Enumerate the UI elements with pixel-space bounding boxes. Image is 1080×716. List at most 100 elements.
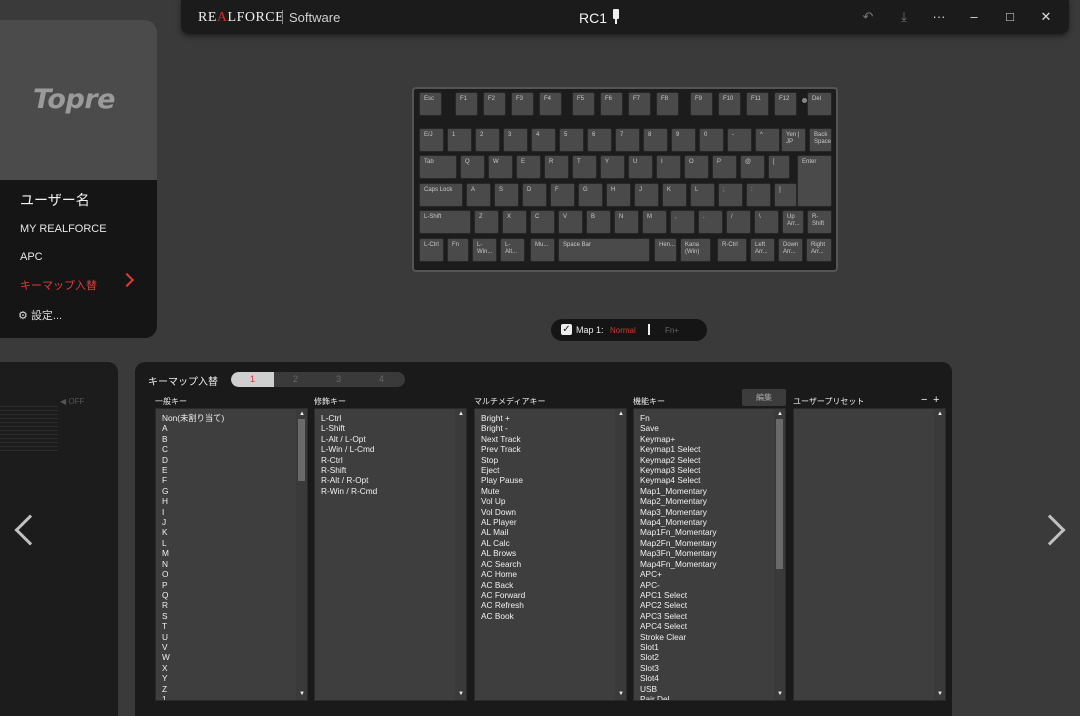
list-item[interactable]: Next Track (475, 434, 626, 444)
list-item[interactable]: J (156, 517, 307, 527)
keyboard-key[interactable]: : (746, 183, 771, 207)
scroll-down-icon[interactable]: ▼ (618, 691, 624, 697)
scroll-down-icon[interactable]: ▼ (458, 691, 464, 697)
keyboard-key[interactable]: F9 (690, 92, 713, 116)
undo-icon[interactable]: ↶ (857, 7, 879, 27)
keyboard-key[interactable]: Hen... (654, 238, 677, 262)
close-icon[interactable]: ✕ (1035, 7, 1057, 27)
scroll-down-icon[interactable]: ▼ (299, 691, 305, 697)
keyboard-key[interactable]: M (642, 210, 667, 234)
user-name[interactable]: ユーザー名 (20, 190, 90, 210)
list-item[interactable]: Keymap+ (634, 434, 785, 444)
keyboard-key[interactable]: K (662, 183, 687, 207)
scrollbar[interactable]: ▲ ▼ (455, 409, 466, 700)
list-item[interactable]: AL Brows (475, 548, 626, 558)
keyboard-key[interactable]: U (628, 155, 653, 179)
scroll-up-icon[interactable]: ▲ (299, 411, 305, 417)
keyboard-key[interactable]: 9 (671, 128, 696, 152)
list-item[interactable]: S (156, 611, 307, 621)
list-item[interactable]: Map3_Momentary (634, 507, 785, 517)
list-item[interactable]: Bright + (475, 413, 626, 423)
list-item[interactable]: K (156, 527, 307, 537)
keyboard-key[interactable]: - (727, 128, 752, 152)
keyboard-key[interactable]: Esc (419, 92, 442, 116)
list-item[interactable]: Map4_Momentary (634, 517, 785, 527)
keyboard-key[interactable]: J (634, 183, 659, 207)
keyboard-key[interactable]: 6 (587, 128, 612, 152)
arrow-right-icon[interactable] (1034, 514, 1066, 546)
key-list[interactable]: ▲ ▼ (793, 408, 946, 701)
keyboard-key[interactable]: F7 (628, 92, 651, 116)
keyboard-key[interactable]: Tab (419, 155, 457, 179)
list-item[interactable]: C (156, 444, 307, 454)
list-item[interactable]: APC+ (634, 569, 785, 579)
scroll-thumb[interactable] (776, 419, 783, 569)
add-preset-icon[interactable]: + (933, 394, 939, 406)
list-item[interactable]: APC1 Select (634, 590, 785, 600)
list-item[interactable]: APC4 Select (634, 621, 785, 631)
keyboard-key[interactable]: E/J (419, 128, 444, 152)
list-item[interactable]: Stroke Clear (634, 632, 785, 642)
list-item[interactable]: APC- (634, 580, 785, 590)
keyboard-key[interactable]: Left Arr... (750, 238, 775, 262)
scrollbar[interactable]: ▲ ▼ (615, 409, 626, 700)
keyboard-key[interactable]: Caps Lock (419, 183, 463, 207)
keyboard-key[interactable]: Q (460, 155, 485, 179)
scroll-up-icon[interactable]: ▲ (777, 411, 783, 417)
list-item[interactable]: AL Player (475, 517, 626, 527)
keyboard-key[interactable]: R (544, 155, 569, 179)
keyboard-key[interactable]: F3 (511, 92, 534, 116)
keyboard-key[interactable]: , (670, 210, 695, 234)
keyboard-key[interactable]: S (494, 183, 519, 207)
keyboard-key[interactable]: 3 (503, 128, 528, 152)
list-item[interactable]: AC Book (475, 611, 626, 621)
keyboard-key[interactable]: 7 (615, 128, 640, 152)
list-item[interactable]: Slot3 (634, 663, 785, 673)
list-item[interactable]: Map1_Momentary (634, 486, 785, 496)
list-item[interactable]: Bright - (475, 423, 626, 433)
list-item[interactable]: R (156, 600, 307, 610)
keyboard-key[interactable]: @ (740, 155, 765, 179)
keyboard-key[interactable]: F1 (455, 92, 478, 116)
keyboard-key[interactable]: L- Win... (472, 238, 497, 262)
tab-2[interactable]: 2 (274, 372, 317, 387)
keyboard-key[interactable]: L-Ctrl (419, 238, 444, 262)
list-item[interactable]: AC Forward (475, 590, 626, 600)
keyboard-key[interactable]: Yen | JP (781, 128, 806, 152)
list-item[interactable]: AC Refresh (475, 600, 626, 610)
map-checkbox[interactable]: ✓ (561, 324, 572, 335)
scroll-up-icon[interactable]: ▲ (458, 411, 464, 417)
list-item[interactable]: Slot2 (634, 652, 785, 662)
keyboard-key[interactable]: Down Arr... (778, 238, 803, 262)
list-item[interactable]: V (156, 642, 307, 652)
key-list[interactable]: Fn Save Keymap+ Keymap1 Select Keymap2 Selec… (633, 408, 786, 701)
keyboard-key[interactable]: F6 (600, 92, 623, 116)
list-item[interactable]: R-Shift (315, 465, 466, 475)
key-list[interactable]: L-Ctrl L-Shift L-Alt / L-Opt L-Win / L-Cmd R… (314, 408, 467, 701)
list-item[interactable]: Stop (475, 455, 626, 465)
list-item[interactable]: Y (156, 673, 307, 683)
list-item[interactable]: Q (156, 590, 307, 600)
list-item[interactable]: Eject (475, 465, 626, 475)
list-item[interactable]: O (156, 569, 307, 579)
settings-link[interactable]: ⚙ 設定... (18, 307, 62, 323)
keyboard-key[interactable]: T (572, 155, 597, 179)
list-item[interactable]: AC Home (475, 569, 626, 579)
keyboard-key[interactable]: ; (718, 183, 743, 207)
list-item[interactable]: APC3 Select (634, 611, 785, 621)
list-item[interactable]: A (156, 423, 307, 433)
keyboard-key[interactable]: 0 (699, 128, 724, 152)
list-item[interactable]: N (156, 559, 307, 569)
list-item[interactable]: L (156, 538, 307, 548)
keyboard-key[interactable]: E (516, 155, 541, 179)
keyboard-key[interactable]: C (530, 210, 555, 234)
scrollbar[interactable]: ▲ ▼ (296, 409, 307, 700)
list-item[interactable]: Vol Up (475, 496, 626, 506)
tab-1[interactable]: 1 (231, 372, 274, 387)
keyboard-key[interactable]: F4 (539, 92, 562, 116)
list-item[interactable]: W (156, 652, 307, 662)
normal-option[interactable]: Normal (610, 326, 636, 335)
list-item[interactable]: Non(未割り当て) (156, 413, 307, 423)
list-item[interactable]: E (156, 465, 307, 475)
list-item[interactable]: U (156, 632, 307, 642)
